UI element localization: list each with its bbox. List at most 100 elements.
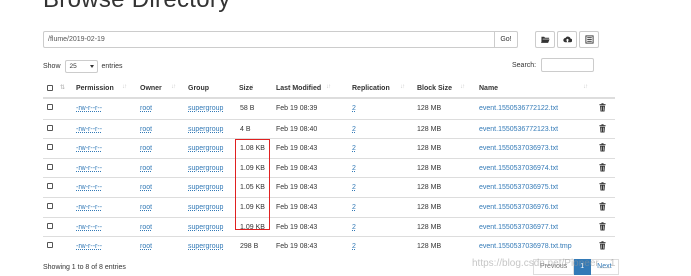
owner-cell[interactable]: root (140, 224, 152, 231)
file-name-link[interactable]: event.1550537036977.txt (479, 224, 558, 231)
row-checkbox[interactable] (47, 222, 53, 229)
length-control: Show 25 entries (43, 60, 123, 73)
replication-cell[interactable]: 2 (352, 243, 356, 250)
permission-cell[interactable]: -rw-r--r-- (76, 126, 102, 133)
replication-cell[interactable]: 2 (352, 224, 356, 231)
group-cell[interactable]: supergroup (188, 105, 223, 112)
replication-cell[interactable]: 2 (352, 184, 356, 191)
trash-icon[interactable] (599, 123, 606, 133)
page-length-select[interactable]: 25 (64, 60, 98, 73)
block-size-cell: 128 MB (417, 243, 442, 251)
select-all-checkbox[interactable] (47, 85, 53, 91)
owner-cell[interactable]: root (140, 204, 152, 211)
sort-icon[interactable]: ↓↑ (460, 84, 465, 90)
header-permission[interactable]: Permission (76, 85, 114, 92)
permission-cell[interactable]: -rw-r--r-- (76, 204, 102, 211)
header-replication[interactable]: Replication (352, 85, 390, 92)
row-checkbox[interactable] (47, 163, 53, 170)
sort-icon[interactable]: ↓↑ (326, 84, 331, 90)
block-size-cell: 128 MB (417, 203, 442, 211)
file-name-link[interactable]: event.1550537036974.txt (479, 165, 558, 172)
file-name-link[interactable]: event.1550537036978.txt.tmp (479, 243, 572, 250)
row-checkbox[interactable] (47, 242, 53, 249)
sort-icon[interactable]: ↓↑ (171, 84, 176, 90)
header-owner[interactable]: Owner (140, 85, 162, 92)
trash-icon[interactable] (599, 103, 606, 112)
sort-icon[interactable]: ↓↑ (122, 84, 127, 90)
table-row: -rw-r--r-- root supergroup 58 B Feb 19 08:39… (43, 99, 615, 119)
search-input[interactable] (541, 58, 595, 72)
pagination: Previous 1 Next (533, 259, 619, 275)
group-cell[interactable]: supergroup (188, 165, 223, 172)
go-button[interactable]: Go! (495, 31, 518, 48)
sort-icon[interactable]: ↓↑ (583, 84, 588, 90)
row-checkbox[interactable] (47, 124, 53, 131)
owner-cell[interactable]: root (140, 243, 152, 250)
row-checkbox[interactable] (47, 202, 53, 209)
group-cell[interactable]: supergroup (188, 145, 223, 152)
size-cell: 4 B (240, 125, 251, 133)
trash-icon[interactable] (599, 182, 606, 191)
trash-icon[interactable] (599, 241, 606, 250)
owner-cell[interactable]: root (140, 105, 152, 112)
create-directory-button[interactable] (535, 31, 555, 48)
page-1-button[interactable]: 1 (574, 259, 592, 275)
row-checkbox[interactable] (47, 144, 53, 151)
replication-cell[interactable]: 2 (352, 204, 356, 211)
table-row: -rw-r--r-- root supergroup 1.08 KB Feb 19 08… (43, 138, 615, 158)
group-cell[interactable]: supergroup (188, 243, 223, 250)
trash-icon[interactable] (599, 143, 606, 152)
trash-icon[interactable] (599, 163, 606, 172)
page-length-value: 25 (69, 63, 77, 70)
header-size[interactable]: Size (239, 85, 253, 92)
header-name[interactable]: Name (479, 85, 498, 92)
replication-cell[interactable]: 2 (352, 105, 356, 112)
sort-icon[interactable]: ↓↑ (400, 84, 405, 90)
header-block-size[interactable]: Block Size (417, 85, 452, 92)
row-checkbox[interactable] (47, 183, 53, 190)
replication-cell[interactable]: 2 (352, 145, 356, 152)
group-cell[interactable]: supergroup (188, 204, 223, 211)
table-row: -rw-r--r-- root supergroup 1.09 KB Feb 19 08… (43, 216, 615, 237)
next-button[interactable]: Next (591, 259, 619, 275)
header-group[interactable]: Group (188, 85, 209, 92)
permission-cell[interactable]: -rw-r--r-- (76, 224, 102, 231)
file-name-link[interactable]: event.1550536772123.txt (479, 126, 558, 133)
group-cell[interactable]: supergroup (188, 184, 223, 191)
permission-cell[interactable]: -rw-r--r-- (76, 184, 102, 191)
header-last-modified[interactable]: Last Modified (276, 85, 321, 92)
permission-cell[interactable]: -rw-r--r-- (76, 165, 102, 172)
sort-icon[interactable]: ⇅ (60, 84, 65, 91)
permission-cell[interactable]: -rw-r--r-- (76, 243, 102, 250)
last-modified-cell: Feb 19 08:43 (276, 223, 318, 231)
permission-cell[interactable]: -rw-r--r-- (76, 105, 102, 112)
row-checkbox[interactable] (47, 104, 53, 110)
file-name-link[interactable]: event.1550537036973.txt (479, 145, 558, 152)
block-size-cell: 128 MB (417, 164, 442, 172)
file-name-link[interactable]: event.1550537036976.txt (479, 204, 558, 211)
trash-icon[interactable] (599, 202, 606, 211)
file-name-link[interactable]: event.1550536772122.txt (479, 105, 558, 112)
upload-button[interactable] (557, 31, 577, 48)
trash-icon[interactable] (599, 221, 606, 231)
last-modified-cell: Feb 19 08:39 (276, 105, 318, 112)
last-modified-cell: Feb 19 08:43 (276, 164, 318, 172)
path-input[interactable]: /flume/2019-02-19 (43, 31, 495, 48)
owner-cell[interactable]: root (140, 145, 152, 152)
cut-paste-button[interactable] (579, 31, 599, 48)
caret-down-icon (89, 65, 94, 68)
previous-button[interactable]: Previous (533, 259, 575, 275)
owner-cell[interactable]: root (140, 126, 152, 133)
replication-cell[interactable]: 2 (352, 165, 356, 172)
owner-cell[interactable]: root (140, 165, 152, 172)
last-modified-cell: Feb 19 08:40 (276, 125, 318, 133)
replication-cell[interactable]: 2 (352, 126, 356, 133)
owner-cell[interactable]: root (140, 184, 152, 191)
file-name-link[interactable]: event.1550537036975.txt (479, 184, 558, 191)
table-row: -rw-r--r-- root supergroup 1.05 KB Feb 19 08… (43, 177, 615, 197)
permission-cell[interactable]: -rw-r--r-- (76, 145, 102, 152)
group-cell[interactable]: supergroup (188, 224, 223, 231)
block-size-cell: 128 MB (417, 125, 442, 133)
table-info: Showing 1 to 8 of 8 entries (43, 264, 126, 271)
group-cell[interactable]: supergroup (188, 126, 223, 133)
